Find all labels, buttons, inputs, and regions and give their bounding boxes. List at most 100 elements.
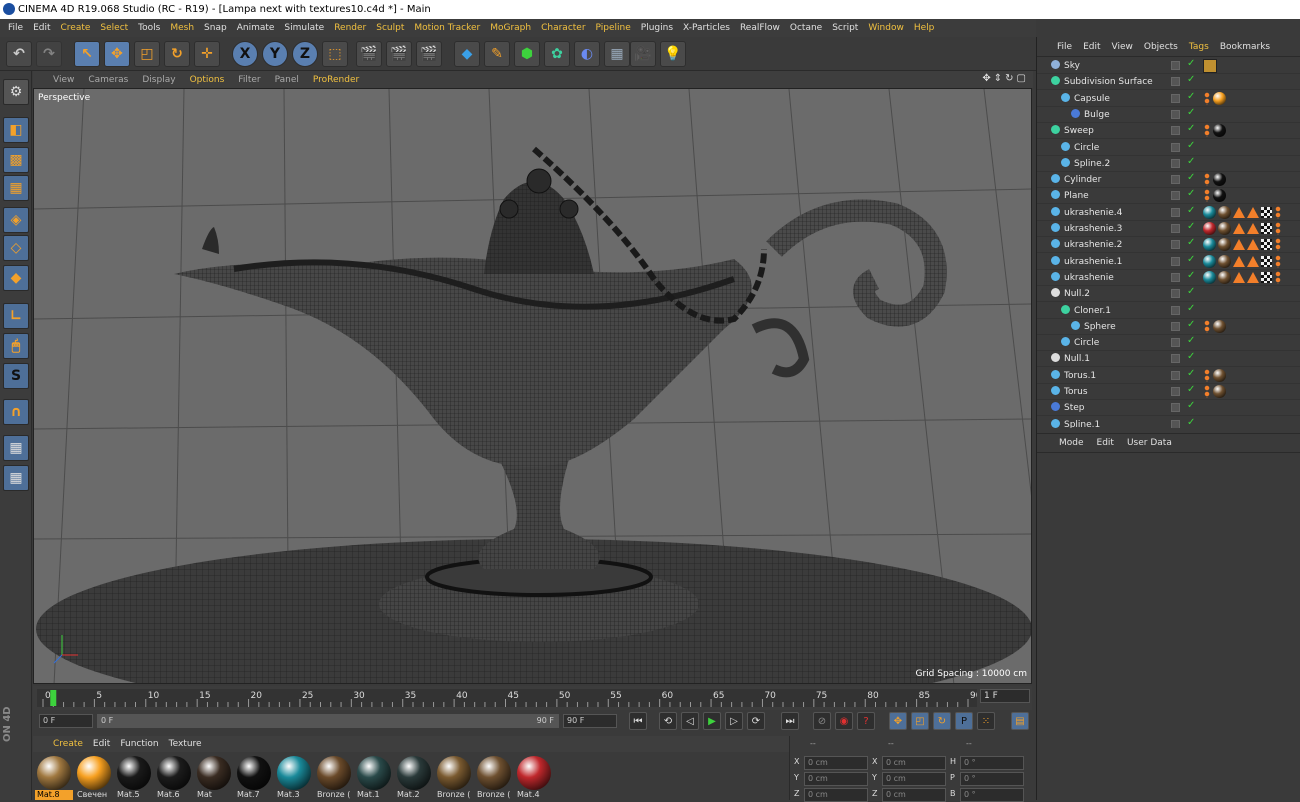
object-name-cell[interactable]: ukrashenie [1051,270,1114,286]
object-name-cell[interactable]: ukrashenie.3 [1051,221,1122,237]
coord-value-field[interactable]: 0 cm [882,756,946,770]
material-swatch[interactable]: Mat.3 [275,756,313,800]
render-picture-viewer-button[interactable]: 🎬 [386,41,412,67]
object-visibility-flags[interactable]: ✓ [1171,270,1201,283]
object-row[interactable]: Bulge ✓ [1037,107,1300,123]
uvw-tag-icon[interactable] [1261,206,1272,218]
enabled-check-icon[interactable]: ✓ [1187,58,1195,69]
material-swatch[interactable]: Bronze ( [475,756,513,800]
frame-range-slider[interactable]: 0 F 90 F [97,714,559,728]
workplane-mode-button[interactable]: ▦ [3,175,29,201]
object-manager-menu-tags[interactable]: Tags [1189,42,1209,52]
floor-button[interactable]: ▦ [604,41,630,67]
object-row[interactable]: ukrashenie.1 ✓ [1037,254,1300,270]
object-row[interactable]: Null.2 ✓ [1037,286,1300,303]
menu-animate[interactable]: Animate [237,23,275,33]
object-name-cell[interactable]: Sky [1051,58,1080,74]
visibility-dot-icon[interactable] [1171,240,1180,250]
subdivision-generator-button[interactable]: ⬢ [514,41,540,67]
menu-character[interactable]: Character [541,23,585,33]
visibility-dot-icon[interactable] [1171,93,1180,103]
tweak-mode-button[interactable]: 🖱 [3,333,29,359]
tag-dots-icon[interactable] [1274,222,1282,235]
tag-dots-icon[interactable] [1203,173,1211,187]
cube-primitive-button[interactable]: ◆ [454,41,480,67]
live-selection-button[interactable]: ✛ [194,41,220,67]
enabled-check-icon[interactable]: ✓ [1187,384,1195,395]
menu-mograph[interactable]: MoGraph [490,23,531,33]
visibility-dot-icon[interactable] [1171,321,1180,331]
menu-help[interactable]: Help [914,23,935,33]
object-visibility-flags[interactable]: ✓ [1171,74,1201,87]
symmetry-button[interactable]: ▦ [3,465,29,491]
object-name-cell[interactable]: Cloner.1 [1061,303,1111,319]
object-row[interactable]: ukrashenie.3 ✓ [1037,221,1300,237]
enabled-check-icon[interactable]: ✓ [1187,107,1195,118]
coord-value-field[interactable]: 0 cm [804,772,868,786]
object-row[interactable]: Circle ✓ [1037,335,1300,352]
viewport-menu-filter[interactable]: Filter [238,75,260,85]
menu-render[interactable]: Render [334,23,366,33]
object-name-cell[interactable]: Spline.1 [1051,417,1100,428]
tag-dots-icon[interactable] [1274,270,1282,284]
spline-pen-button[interactable]: ✎ [484,41,510,67]
playhead[interactable] [50,690,57,706]
menu-tools[interactable]: Tools [138,23,160,33]
timeline-window-button[interactable]: ▤ [1011,712,1029,730]
camera-button[interactable]: 🎥 [630,41,656,67]
menu-realflow[interactable]: RealFlow [740,23,780,33]
enabled-check-icon[interactable]: ✓ [1187,91,1195,102]
material-tag-icon[interactable] [1218,254,1231,268]
object-manager-menu-objects[interactable]: Objects [1144,42,1178,52]
object-visibility-flags[interactable]: ✓ [1171,400,1201,413]
visibility-dot-icon[interactable] [1171,109,1180,119]
material-swatch[interactable]: Mat.8 [35,756,73,800]
visibility-dot-icon[interactable] [1171,256,1180,266]
x-axis-button[interactable]: X [232,41,258,67]
object-row[interactable]: Sweep ✓ [1037,123,1300,140]
visibility-dot-icon[interactable] [1171,370,1180,380]
make-editable-button[interactable]: ⚙ [3,79,29,105]
workplane-lock-button[interactable]: ▦ [3,435,29,461]
object-row[interactable]: ukrashenie ✓ [1037,270,1300,286]
object-name-cell[interactable]: ukrashenie.4 [1051,205,1122,221]
visibility-dot-icon[interactable] [1171,158,1180,168]
menu-octane[interactable]: Octane [790,23,822,33]
perspective-viewport[interactable]: Perspective Grid Spacing : 10000 cm [33,88,1032,684]
object-row[interactable]: Circle ✓ [1037,140,1300,156]
menu-pipeline[interactable]: Pipeline [596,23,631,33]
material-menu-texture[interactable]: Texture [169,739,202,749]
object-visibility-flags[interactable]: ✓ [1171,107,1201,120]
material-swatch[interactable]: Bronze ( [315,756,353,800]
object-list[interactable]: Sky ✓ Subdivision Surface ✓ Capsule ✓ Bulge ✓ Sw… [1037,58,1300,428]
scale-tool-button[interactable]: ◰ [134,41,160,67]
viewport-menu-prorender[interactable]: ProRender [313,75,359,85]
object-name-cell[interactable]: Capsule [1061,91,1110,107]
phong-tag-icon[interactable] [1247,239,1259,251]
z-axis-button[interactable]: Z [292,41,318,67]
enabled-check-icon[interactable]: ✓ [1187,400,1195,411]
render-view-button[interactable]: 🎬 [356,41,382,67]
material-swatch[interactable]: Mat.7 [235,756,273,800]
enabled-check-icon[interactable]: ✓ [1187,74,1195,85]
coord-value-field[interactable]: 0 cm [882,772,946,786]
object-visibility-flags[interactable]: ✓ [1171,91,1201,104]
enabled-check-icon[interactable]: ✓ [1187,188,1195,199]
prev-frame-button[interactable]: ◁ [681,712,699,730]
object-name-cell[interactable]: Cylinder [1051,172,1101,188]
material-menu-function[interactable]: Function [120,739,158,749]
object-row[interactable]: Spline.2 ✓ [1037,156,1300,172]
object-name-cell[interactable]: Null.1 [1051,351,1090,367]
material-swatch[interactable]: Свечен [75,756,113,800]
menu-script[interactable]: Script [832,23,858,33]
object-row[interactable]: ukrashenie.2 ✓ [1037,237,1300,254]
play-button[interactable]: ▶ [703,712,721,730]
visibility-dot-icon[interactable] [1171,305,1180,315]
phong-tag-icon[interactable] [1233,255,1245,267]
edges-mode-button[interactable]: ◇ [3,235,29,261]
object-name-cell[interactable]: Torus.1 [1051,368,1096,384]
start-frame-field[interactable]: 0 F [39,714,93,728]
material-tag-icon[interactable] [1203,222,1216,235]
object-row[interactable]: Sphere ✓ [1037,319,1300,335]
select-tool-button[interactable]: ↖ [74,41,100,67]
